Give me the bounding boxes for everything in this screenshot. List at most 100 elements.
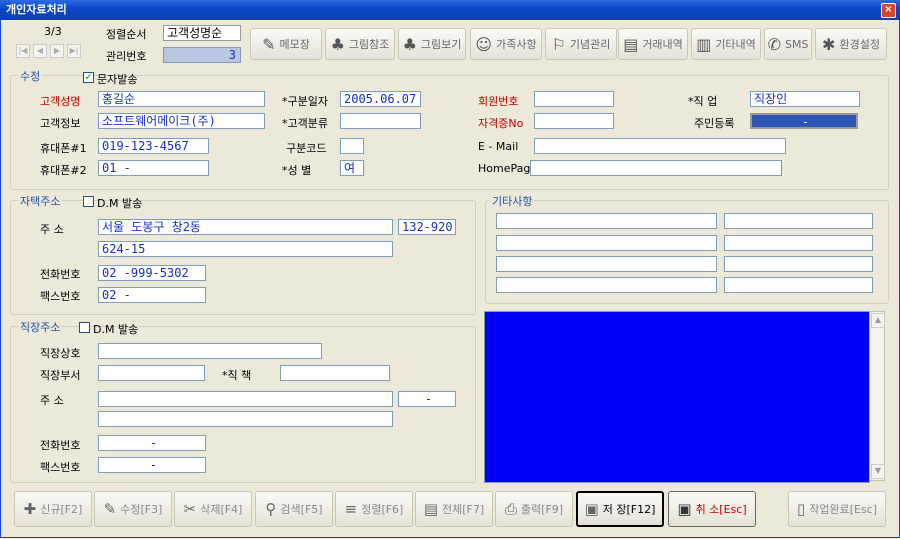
document-icon: ▤ [623,34,639,54]
work-zip-field[interactable]: - [398,391,456,407]
tree-icon: ♣ [330,34,345,54]
prev-record-icon[interactable]: ◀ [33,44,47,58]
door-icon: ▯ [796,500,806,518]
tools-icon: ✱ [822,34,836,54]
mobile2-field[interactable]: 01 - [98,160,209,176]
work-dm-checkbox[interactable] [79,322,90,333]
other-field-4[interactable] [724,235,873,251]
cancel-icon: ▣ [677,500,692,518]
other-field-8[interactable] [724,277,873,293]
member-field[interactable] [534,91,614,107]
toolbar-button-2[interactable]: ♣ 그림참조 [325,28,395,60]
info-label: 고객정보 [40,117,81,130]
resident-field[interactable]: - [750,113,858,129]
memo-scrollbar[interactable]: ▲ ▼ [869,311,885,481]
info-field[interactable]: 소프트웨어메이크(주) [98,113,265,129]
next-record-icon[interactable]: ▶ [50,44,64,58]
mgmt-number-field: 3 [163,47,241,63]
toolbar-button-1[interactable]: ✎ 메모장 [250,28,322,60]
toolbar-button-label: 환경설정 [839,38,880,51]
dept-label: 직장부서 [40,369,81,382]
home-phone-label: 전화번호 [40,268,81,281]
bottom-button-9[interactable]: ▣ 취 소[Esc] [668,491,756,527]
home-phone-field[interactable]: 02 -999-5302 [98,265,206,281]
work-phone-field[interactable]: - [98,435,206,451]
homepage-field[interactable] [530,160,782,176]
company-label: 직장상호 [40,347,81,360]
work-fax-field[interactable]: - [98,457,206,473]
toolbar-button-7[interactable]: ▥ 기타내역 [691,28,761,60]
category-label: *고객분류 [282,117,328,130]
toolbar-button-6[interactable]: ▤ 거래내역 [618,28,688,60]
scroll-down-icon[interactable]: ▼ [871,464,885,479]
toolbar-button-5[interactable]: ⚐ 기념관리 [545,28,617,60]
other-field-1[interactable] [496,213,717,229]
last-record-icon[interactable]: ▶| [67,44,81,58]
work-phone-label: 전화번호 [40,439,81,452]
bottom-button-label: 출력[F9] [520,503,564,516]
home-address1-field[interactable]: 서울 도봉구 창2동 [98,219,393,235]
home-zip-field[interactable]: 132-920 [398,219,456,235]
sms-label: 문자발송 [97,73,138,86]
phone-icon: ✆ [767,34,781,54]
bottom-button-label: 수정[F3] [120,503,163,516]
job-label: *직 업 [688,95,718,108]
bottom-button-4[interactable]: ⚲ 검색[F5] [255,491,333,527]
sort-icon: ≡ [344,500,358,518]
close-icon[interactable]: × [881,3,896,18]
home-address-title: 자택주소 [18,193,63,209]
other-field-7[interactable] [496,277,717,293]
toolbar-button-8[interactable]: ✆ SMS [764,28,812,60]
bottom-button-5[interactable]: ≡ 정렬[F6] [335,491,413,527]
home-address-label: 주 소 [40,223,64,236]
bottom-button-3[interactable]: ✂ 삭제[F4] [174,491,252,527]
first-record-icon[interactable]: |◀ [16,44,30,58]
memo-area[interactable] [484,311,870,483]
email-field[interactable] [534,138,786,154]
bottom-button-6[interactable]: ▤ 전체[F7] [415,491,493,527]
toolbar-button-4[interactable]: ☺ 가족사항 [470,28,542,60]
notepad-icon: ✎ [262,34,276,54]
position-label: *직 책 [222,369,252,382]
bottom-button-2[interactable]: ✎ 수정[F3] [94,491,172,527]
bottom-button-8[interactable]: ▣ 저 장[F12] [576,491,664,527]
work-address2-field[interactable] [98,411,393,427]
bottom-button-label: 검색[F5] [280,503,323,516]
mobile1-field[interactable]: 019-123-4567 [98,138,209,154]
code-field[interactable] [340,138,364,154]
bottom-button-10[interactable]: ▯ 작업완료[Esc] [788,491,886,527]
date-field[interactable]: 2005.06.07 [340,91,421,107]
home-address2-field[interactable]: 624-15 [98,241,393,257]
toolbar-button-9[interactable]: ✱ 환경설정 [815,28,887,60]
mobile2-label: 휴대폰#2 [40,164,87,177]
sort-select[interactable]: 고객성명순 [163,25,241,41]
other-field-6[interactable] [724,256,873,272]
sort-label: 정렬순서 [106,28,147,41]
other-field-2[interactable] [724,213,873,229]
other-field-3[interactable] [496,235,717,251]
scroll-up-icon[interactable]: ▲ [871,313,885,328]
gender-field[interactable]: 여 [340,160,364,176]
toolbar-button-3[interactable]: ♣ 그림보기 [398,28,466,60]
license-label: 자격증No [478,117,524,130]
bottom-button-label: 작업완료[Esc] [809,503,878,516]
home-dm-label: D.M 발송 [97,197,143,210]
position-field[interactable] [280,365,390,381]
search-icon: ⚲ [265,500,277,518]
bottom-button-7[interactable]: ⎙ 출력[F9] [495,491,573,527]
save-icon: ▣ [584,500,599,518]
name-field[interactable]: 홍길순 [98,91,265,107]
toolbar-button-label: 그림보기 [420,38,462,51]
dept-field[interactable] [98,365,205,381]
company-field[interactable] [98,343,322,359]
home-fax-field[interactable]: 02 - [98,287,206,303]
other-field-5[interactable] [496,256,717,272]
home-dm-checkbox[interactable] [83,196,94,207]
job-field[interactable]: 직장인 [750,91,860,107]
category-field[interactable] [340,113,421,129]
bottom-button-1[interactable]: ✚ 신규[F2] [14,491,92,527]
work-address1-field[interactable] [98,391,393,407]
sms-checkbox[interactable]: ✓ [83,72,94,83]
gender-label: *성 별 [282,164,312,177]
license-field[interactable] [534,113,614,129]
